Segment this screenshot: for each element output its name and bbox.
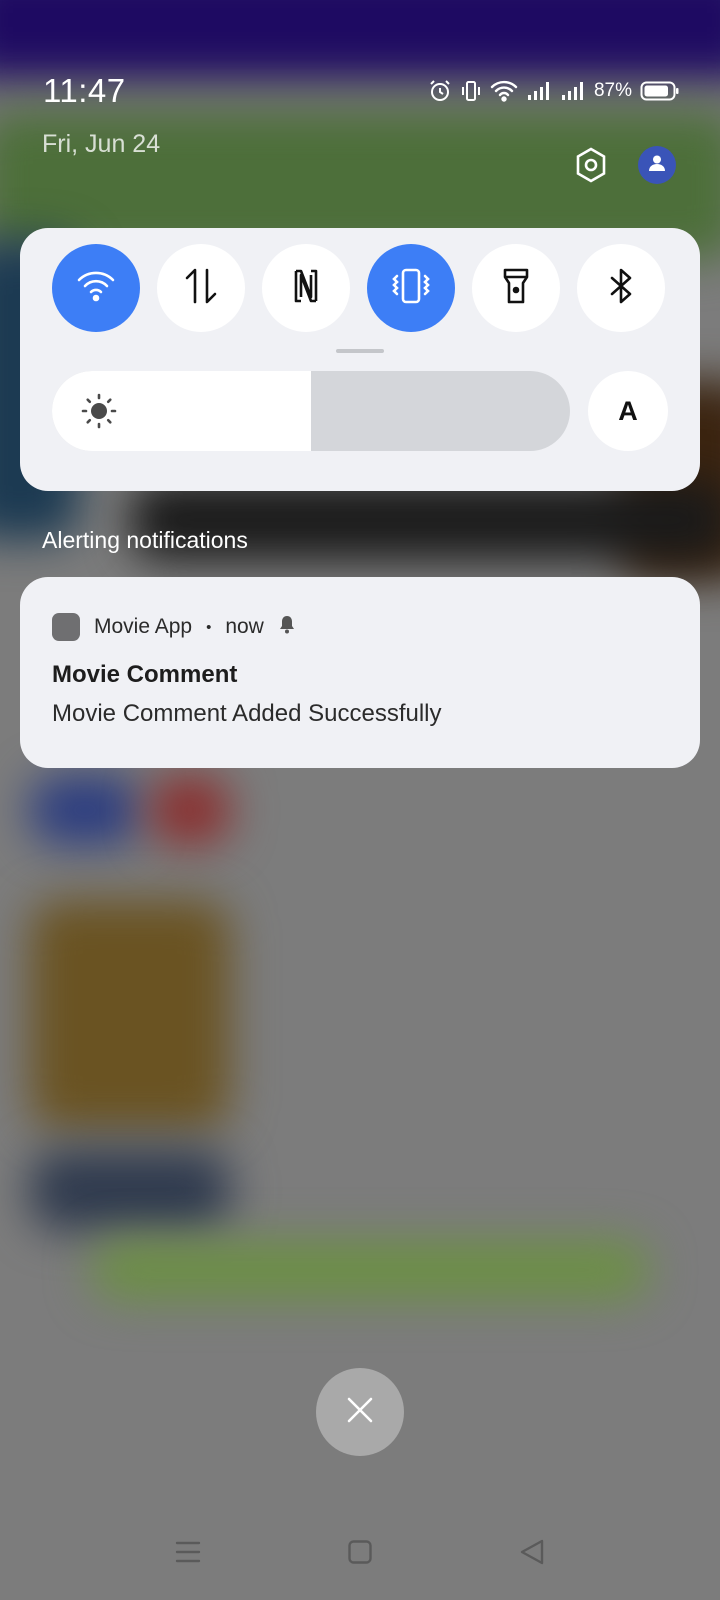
- clear-all-button[interactable]: [316, 1368, 404, 1456]
- status-icons: 87%: [428, 76, 680, 106]
- user-avatar-button[interactable]: [638, 146, 676, 184]
- section-title: Alerting notifications: [42, 527, 248, 553]
- flashlight-icon: [501, 266, 531, 311]
- quick-settings-panel: A: [20, 228, 700, 491]
- drag-handle[interactable]: [336, 349, 384, 353]
- navigation-bar: [0, 1510, 720, 1600]
- signal-icon: [526, 80, 552, 102]
- notification-title: Movie Comment: [52, 661, 238, 688]
- vibrate-icon: [390, 266, 432, 311]
- notification-header: Movie App • now: [52, 613, 296, 641]
- flashlight-toggle[interactable]: [472, 244, 560, 332]
- battery-icon: [640, 80, 680, 102]
- quick-settings-tiles: [52, 244, 665, 332]
- notification-time: now: [225, 615, 264, 638]
- person-icon: [647, 153, 667, 178]
- alarm-icon: [428, 79, 452, 103]
- recent-apps-button[interactable]: [168, 1534, 208, 1574]
- home-icon: [347, 1539, 373, 1570]
- notification-body: Movie Comment Added Successfully: [52, 700, 442, 727]
- date-label: Fri, Jun 24: [42, 130, 161, 158]
- nfc-icon: [290, 267, 322, 310]
- brightness-slider[interactable]: [52, 371, 570, 451]
- separator-dot: •: [206, 618, 212, 636]
- menu-icon: [174, 1539, 202, 1570]
- back-icon: [518, 1538, 546, 1571]
- bell-icon: [278, 614, 296, 640]
- status-time: 11:47: [43, 72, 126, 109]
- home-button[interactable]: [340, 1534, 380, 1574]
- bluetooth-toggle[interactable]: [577, 244, 665, 332]
- notification-app-name: Movie App: [94, 615, 193, 638]
- close-icon: [345, 1395, 375, 1430]
- settings-button[interactable]: [572, 146, 610, 184]
- wifi-icon: [490, 80, 518, 102]
- signal-icon: [560, 80, 586, 102]
- sun-icon: [80, 392, 118, 430]
- status-bar: 11:47 87%: [0, 70, 720, 114]
- auto-brightness-button[interactable]: A: [588, 371, 668, 451]
- auto-brightness-label: A: [618, 395, 638, 426]
- wifi-icon: [76, 269, 116, 308]
- back-button[interactable]: [512, 1534, 552, 1574]
- wifi-toggle[interactable]: [52, 244, 140, 332]
- notification-card[interactable]: Movie App • now Movie Comment Movie Comm…: [20, 577, 700, 768]
- bluetooth-icon: [606, 266, 636, 311]
- vibrate-icon: [460, 79, 482, 103]
- vibrate-toggle[interactable]: [367, 244, 455, 332]
- header-actions: [572, 146, 676, 184]
- battery-percent: 87%: [593, 80, 632, 101]
- mobile-data-toggle[interactable]: [157, 244, 245, 332]
- app-icon: [52, 613, 80, 641]
- data-arrows-icon: [183, 266, 219, 311]
- nfc-toggle[interactable]: [262, 244, 350, 332]
